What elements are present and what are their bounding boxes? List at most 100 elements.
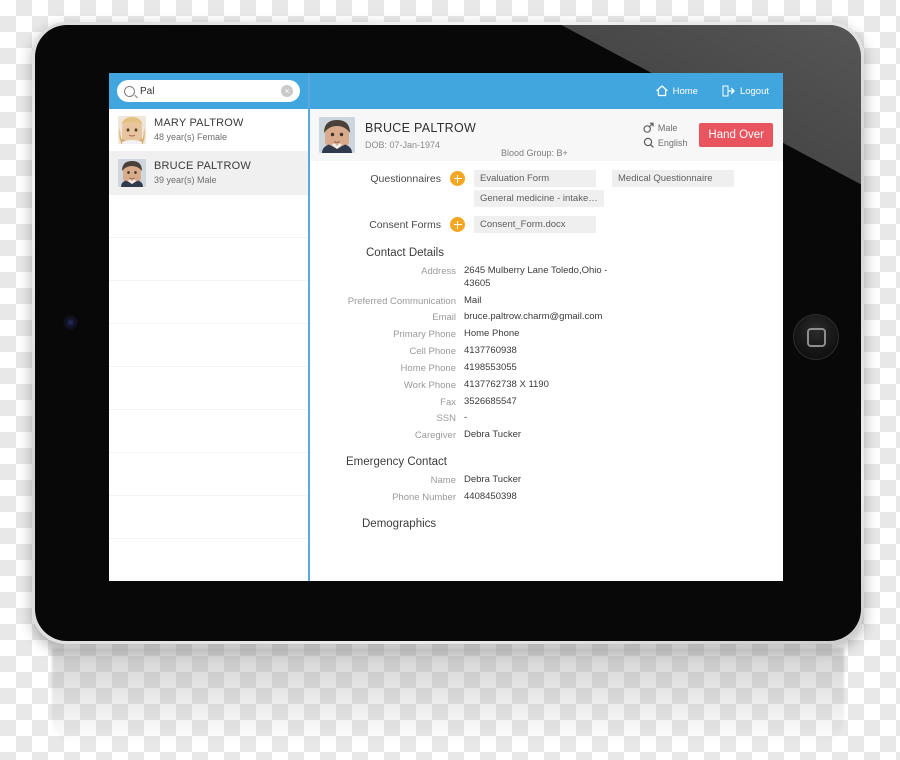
emergency-contact-title: Emergency Contact xyxy=(346,455,447,468)
main-panel: Home Logout BRUCE PALTROW DOB: 07-Jan-19… xyxy=(310,73,783,581)
list-item-text: MARY PALTROW 48 year(s) Female xyxy=(154,117,244,144)
detail-value: 3526685547 xyxy=(464,395,517,407)
chip-line: Consent_Form.docx xyxy=(474,216,596,233)
detail-row: Caregiver Debra Tucker xyxy=(310,429,783,442)
detail-row: Preferred Communication Mail xyxy=(310,295,783,308)
consent-forms-row: Consent Forms Consent_Form.docx xyxy=(310,216,783,233)
list-item-empty[interactable] xyxy=(109,195,308,238)
language-label: English xyxy=(657,137,688,148)
hand-over-button[interactable]: Hand Over xyxy=(699,123,773,147)
list-item-empty[interactable] xyxy=(109,281,308,324)
list-item[interactable]: BRUCE PALTROW 39 year(s) Male xyxy=(109,152,308,195)
home-icon xyxy=(655,85,668,97)
home-button[interactable] xyxy=(793,314,839,360)
plus-icon[interactable] xyxy=(450,217,465,232)
patient-identity: BRUCE PALTROW DOB: 07-Jan-1974 xyxy=(365,121,483,150)
list-item-empty[interactable] xyxy=(109,410,308,453)
tablet-device: × xyxy=(32,22,864,644)
chip[interactable]: Consent_Form.docx xyxy=(474,216,596,233)
detail-value: 4198553055 xyxy=(464,361,517,373)
top-bar: Home Logout xyxy=(310,73,783,109)
avatar xyxy=(118,159,146,187)
patient-list: MARY PALTROW 48 year(s) Female BRUCE PAL… xyxy=(109,109,308,581)
rounded-square-icon xyxy=(806,327,826,347)
page-title: BRUCE PALTROW xyxy=(365,120,477,135)
language-icon xyxy=(643,137,654,148)
detail-label: Work Phone xyxy=(403,379,456,391)
chip-line: General medicine - intake… xyxy=(474,190,734,207)
detail-label: Home Phone xyxy=(400,362,456,374)
list-item[interactable]: MARY PALTROW 48 year(s) Female xyxy=(109,109,308,152)
patient-meta: 39 year(s) Male xyxy=(154,175,217,186)
logout-button[interactable]: Logout xyxy=(722,85,769,97)
device-reflection xyxy=(52,648,844,744)
detail-label: Name xyxy=(430,474,456,486)
patient-content: Questionnaires Evaluation Form Medical Q… xyxy=(310,161,783,581)
sidebar: × xyxy=(109,73,310,581)
list-item-empty[interactable] xyxy=(109,539,308,581)
list-item-empty[interactable] xyxy=(109,367,308,410)
patient-gender: Male xyxy=(643,120,688,135)
patient-header: BRUCE PALTROW DOB: 07-Jan-1974 Blood Gro… xyxy=(310,109,783,161)
patient-language: English xyxy=(643,135,688,150)
chip[interactable]: General medicine - intake… xyxy=(474,190,604,207)
home-button-nav[interactable]: Home xyxy=(655,85,698,97)
search-pill[interactable]: × xyxy=(117,80,300,102)
detail-row: Phone Number 4408450398 xyxy=(310,491,783,504)
tablet-bezel: × xyxy=(35,25,861,641)
detail-row: Primary Phone Home Phone xyxy=(310,328,783,341)
chip[interactable]: Medical Questionnaire xyxy=(612,170,734,187)
search-bar: × xyxy=(109,73,308,109)
consent-forms-label: Consent Forms xyxy=(369,219,441,231)
list-item-empty[interactable] xyxy=(109,496,308,539)
detail-row: Cell Phone 4137760938 xyxy=(310,345,783,358)
consent-chips: Consent_Form.docx xyxy=(474,216,596,233)
list-item-text: BRUCE PALTROW 39 year(s) Male xyxy=(154,160,251,187)
detail-value: Home Phone xyxy=(464,328,520,340)
list-item-empty[interactable] xyxy=(109,453,308,496)
avatar xyxy=(118,116,146,144)
detail-row: Name Debra Tucker xyxy=(310,474,783,487)
search-input[interactable] xyxy=(140,85,281,97)
detail-value: Mail xyxy=(464,294,482,306)
front-camera-icon xyxy=(65,317,76,328)
detail-label: Fax xyxy=(440,396,456,408)
home-label: Home xyxy=(672,85,698,97)
gender-label: Male xyxy=(657,122,678,133)
male-icon xyxy=(643,122,654,133)
contact-details-title: Contact Details xyxy=(366,247,444,259)
logout-label: Logout xyxy=(739,85,769,97)
list-item-empty[interactable] xyxy=(109,324,308,367)
logout-icon xyxy=(722,85,735,97)
detail-label: Cell Phone xyxy=(409,346,456,358)
plus-icon[interactable] xyxy=(450,171,465,186)
detail-label: Email xyxy=(432,312,456,324)
questionnaires-row: Questionnaires Evaluation Form Medical Q… xyxy=(310,170,783,207)
detail-row: SSN - xyxy=(310,412,783,425)
detail-value: Debra Tucker xyxy=(464,473,522,485)
patient-name: MARY PALTROW xyxy=(154,116,244,129)
detail-label: Caregiver xyxy=(414,430,456,442)
patient-attributes: Male English xyxy=(643,120,688,150)
app-screen: × xyxy=(109,73,783,581)
demographics-title: Demographics xyxy=(362,517,437,530)
detail-label: Phone Number xyxy=(392,491,456,503)
chip-line: Evaluation Form Medical Questionnaire xyxy=(474,170,734,187)
detail-label: Primary Phone xyxy=(393,329,456,341)
detail-row: Home Phone 4198553055 xyxy=(310,362,783,375)
detail-value: Debra Tucker xyxy=(464,429,522,441)
detail-label: Preferred Communication xyxy=(347,295,456,307)
detail-value: 4137762738 X 1190 xyxy=(464,378,549,390)
detail-row: Email bruce.paltrow.charm@gmail.com xyxy=(310,311,783,324)
list-item-empty[interactable] xyxy=(109,238,308,281)
detail-label: Address xyxy=(421,266,456,277)
detail-row: Fax 3526685547 xyxy=(310,396,783,409)
clear-circle-icon[interactable]: × xyxy=(281,85,293,97)
chip[interactable]: Evaluation Form xyxy=(474,170,596,187)
detail-value: 2645 Mulberry Lane Toledo,Ohio - 43605 xyxy=(464,265,608,289)
detail-row: Work Phone 4137762738 X 1190 xyxy=(310,379,783,392)
questionnaire-chips: Evaluation Form Medical Questionnaire Ge… xyxy=(474,170,734,207)
detail-value: bruce.paltrow.charm@gmail.com xyxy=(464,311,603,323)
patient-dob: DOB: 07-Jan-1974 xyxy=(365,139,441,150)
detail-value: 4408450398 xyxy=(464,490,517,502)
